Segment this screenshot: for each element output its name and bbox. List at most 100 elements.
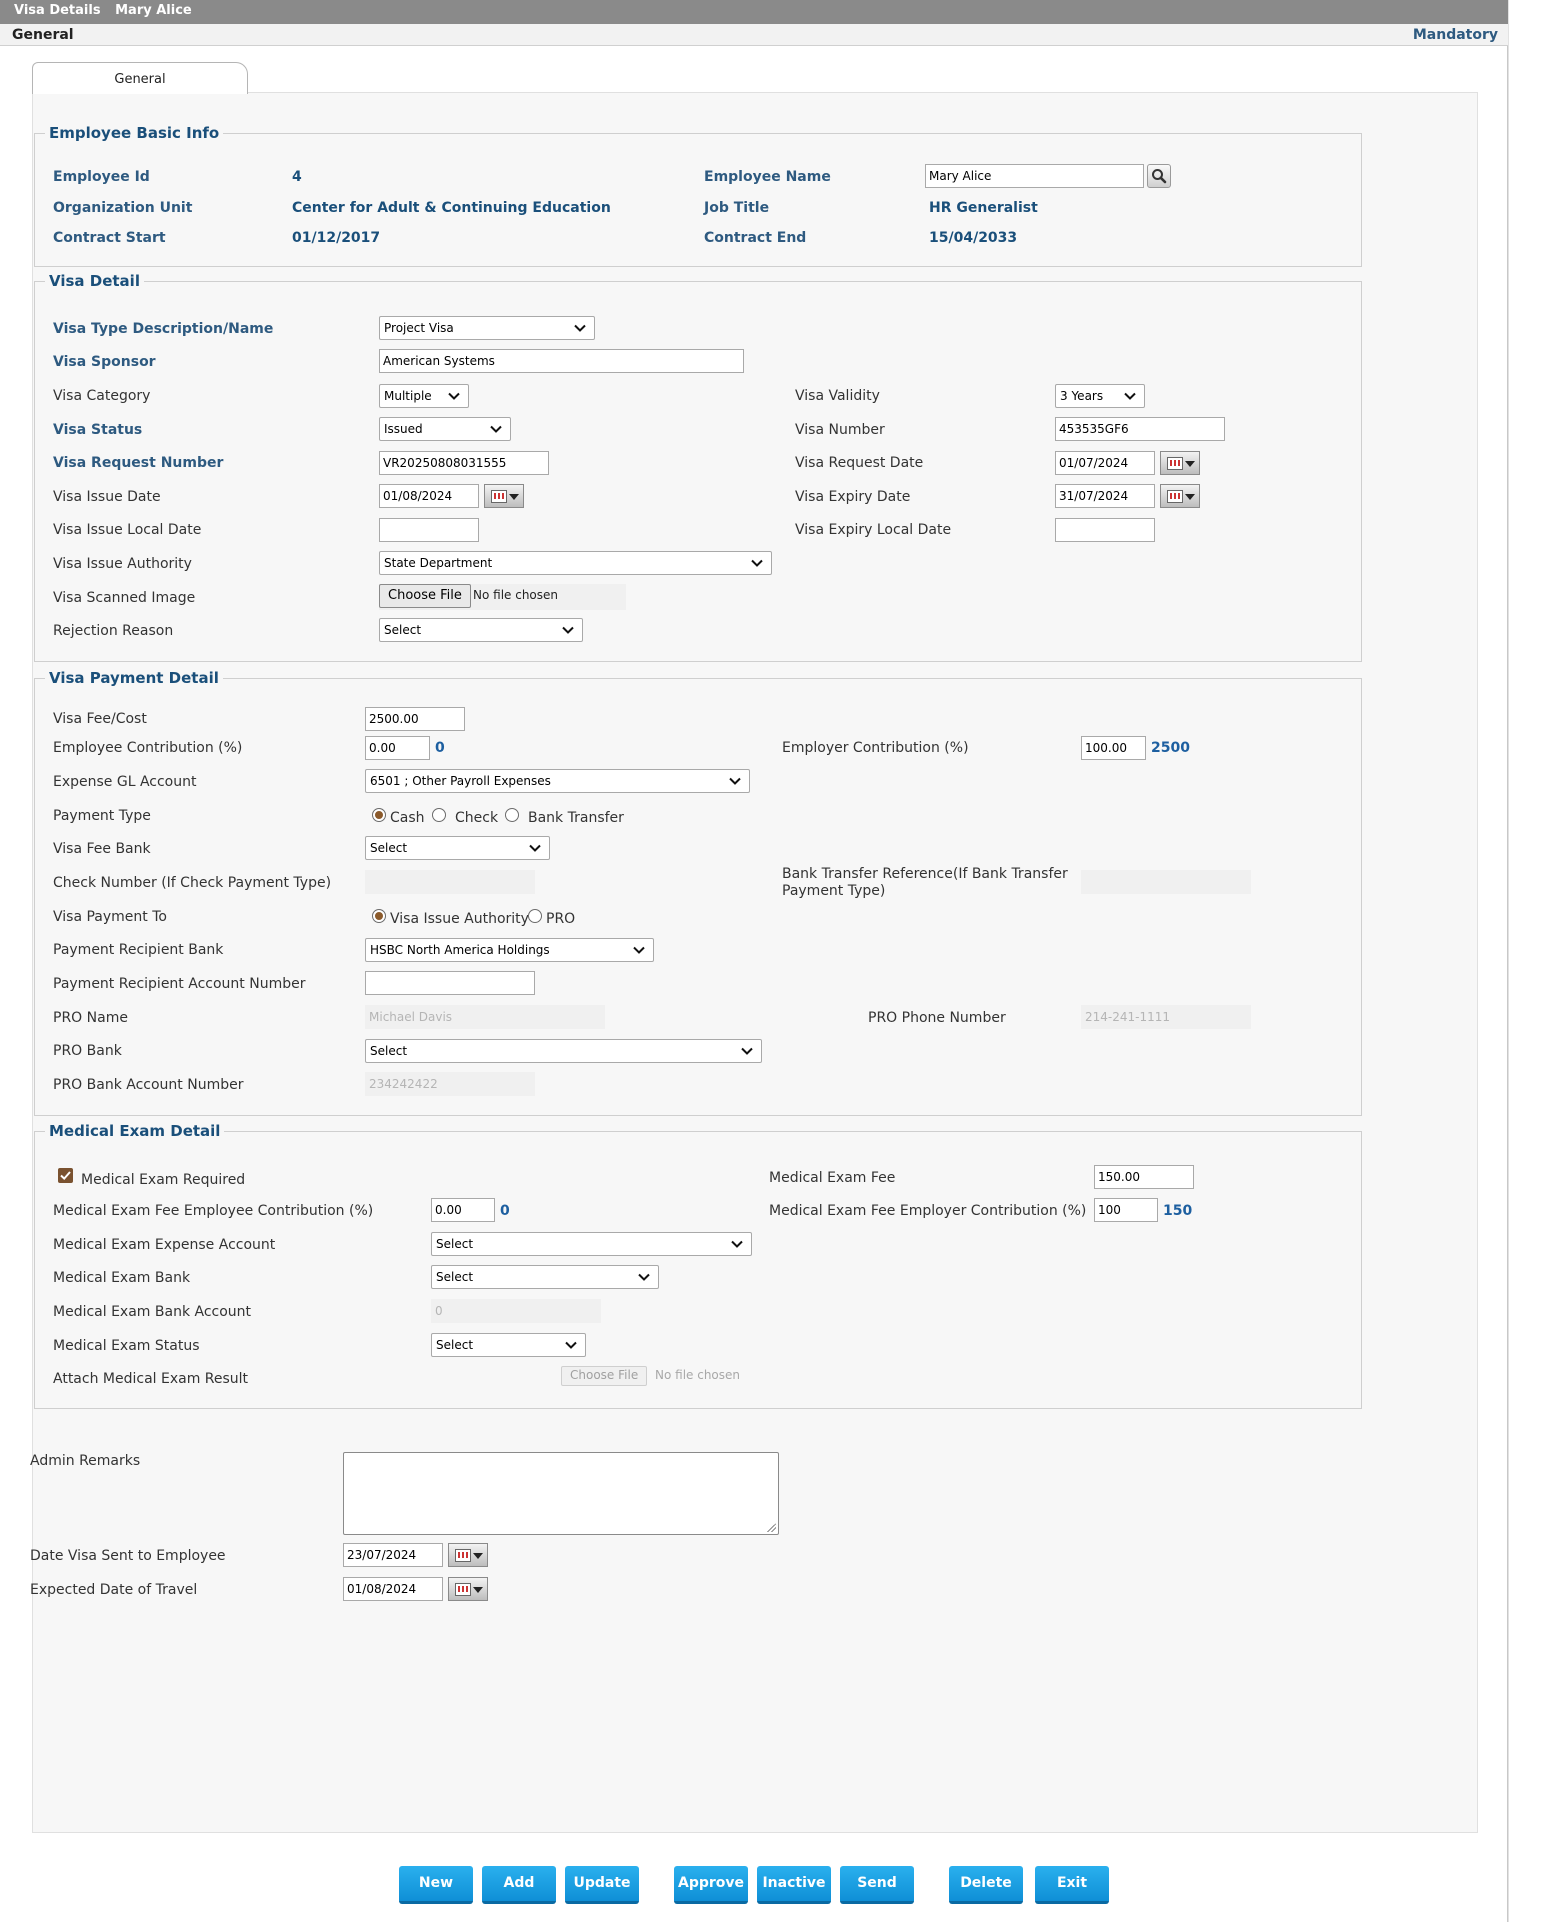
medical-exam-required-label: Medical Exam Required [81, 1172, 246, 1188]
pro-phone-field[interactable]: 214-241-1111 [1081, 1005, 1251, 1029]
rejection-reason-value: Select [384, 623, 422, 637]
visa-details-window: Visa Details Mary Alice General Mandator… [0, 0, 1508, 1922]
medical-result-upload[interactable]: Choose File No file chosen [561, 1366, 761, 1392]
visa-sponsor-field[interactable]: American Systems [379, 349, 744, 373]
chevron-down-icon [633, 946, 645, 954]
rejection-reason-select[interactable]: Select [379, 618, 583, 642]
employer-contribution-field[interactable]: 100.00 [1081, 736, 1146, 760]
delete-button[interactable]: Delete [949, 1866, 1023, 1904]
window-employee: Mary Alice [115, 3, 192, 18]
visa-validity-select[interactable]: 3 Years [1055, 384, 1145, 408]
pro-name-field[interactable]: Michael Davis [365, 1005, 605, 1029]
pay-to-authority-radio[interactable] [372, 909, 386, 923]
pro-bank-account-field[interactable]: 234242422 [365, 1072, 535, 1096]
employee-search-button[interactable] [1147, 164, 1171, 188]
visa-payment-to-label: Visa Payment To [53, 909, 167, 925]
calendar-button[interactable] [1160, 484, 1200, 508]
tab-general[interactable]: General [32, 62, 248, 94]
visa-number-label: Visa Number [795, 422, 885, 438]
expense-gl-account-select[interactable]: 6501 ; Other Payroll Expenses [365, 769, 750, 793]
resize-grip-icon[interactable] [766, 1522, 776, 1532]
calendar-button[interactable] [484, 484, 524, 508]
job-title-label: Job Title [704, 200, 770, 216]
calendar-button[interactable] [1160, 451, 1200, 475]
visa-issue-date-field[interactable]: 01/08/2024 [379, 484, 479, 508]
visa-request-date-field[interactable]: 01/07/2024 [1055, 451, 1155, 475]
visa-expiry-local-date-field[interactable] [1055, 518, 1155, 542]
pay-to-pro-radio[interactable] [528, 909, 542, 923]
expense-gl-account-value: 6501 ; Other Payroll Expenses [370, 774, 551, 788]
employee-contribution-amount: 0 [435, 740, 445, 756]
visa-scanned-image-upload[interactable]: Choose File No file chosen [379, 584, 626, 610]
visa-number-field[interactable]: 453535GF6 [1055, 417, 1225, 441]
medical-employer-contribution-field[interactable]: 100 [1094, 1198, 1158, 1222]
chevron-down-icon [448, 392, 460, 400]
send-button[interactable]: Send [840, 1866, 914, 1904]
medical-exam-fee-field[interactable]: 150.00 [1094, 1165, 1194, 1189]
medical-exam-bank-account-field[interactable]: 0 [431, 1299, 601, 1323]
date-visa-sent-field[interactable]: 23/07/2024 [343, 1543, 443, 1567]
visa-type-select[interactable]: Project Visa [379, 316, 595, 340]
payment-recipient-account-label: Payment Recipient Account Number [53, 976, 306, 992]
choose-file-button[interactable]: Choose File [379, 584, 471, 608]
visa-fee-bank-value: Select [370, 841, 408, 855]
medical-employee-contribution-field[interactable]: 0.00 [431, 1198, 495, 1222]
attach-medical-result-label: Attach Medical Exam Result [53, 1371, 249, 1387]
visa-fee-bank-select[interactable]: Select [365, 836, 550, 860]
pay-to-authority-label: Visa Issue Authority [390, 911, 529, 927]
expense-gl-account-label: Expense GL Account [53, 774, 197, 790]
chevron-down-icon [562, 626, 574, 634]
visa-validity-value: 3 Years [1060, 389, 1104, 403]
bank-transfer-reference-label-2: Payment Type) [782, 883, 886, 899]
payment-recipient-bank-label: Payment Recipient Bank [53, 942, 224, 958]
pro-bank-label: PRO Bank [53, 1043, 122, 1059]
pro-bank-value: Select [370, 1044, 408, 1058]
payment-type-cash-radio[interactable] [372, 808, 386, 822]
visa-category-select[interactable]: Multiple [379, 384, 469, 408]
inactive-button[interactable]: Inactive [757, 1866, 831, 1904]
visa-expiry-date-field[interactable]: 31/07/2024 [1055, 484, 1155, 508]
calendar-icon [455, 1549, 471, 1562]
employee-contribution-field[interactable]: 0.00 [365, 736, 430, 760]
payment-type-check-radio[interactable] [432, 808, 446, 822]
employee-name-field[interactable]: Mary Alice [925, 164, 1144, 188]
medical-employee-contribution-amount: 0 [500, 1203, 510, 1219]
exit-button[interactable]: Exit [1035, 1866, 1109, 1904]
payment-recipient-account-field[interactable] [365, 971, 535, 995]
medical-exam-status-select[interactable]: Select [431, 1333, 586, 1357]
pro-phone-label: PRO Phone Number [868, 1010, 1006, 1026]
approve-button[interactable]: Approve [674, 1866, 748, 1904]
update-button[interactable]: Update [565, 1866, 639, 1904]
chevron-down-icon [741, 1047, 753, 1055]
employer-contribution-label: Employer Contribution (%) [782, 740, 969, 756]
calendar-button[interactable] [448, 1543, 488, 1567]
payment-recipient-bank-select[interactable]: HSBC North America Holdings [365, 938, 654, 962]
chevron-down-icon [574, 324, 586, 332]
visa-issue-authority-select[interactable]: State Department [379, 551, 772, 575]
mandatory-link[interactable]: Mandatory [1413, 27, 1498, 43]
admin-remarks-textarea[interactable] [343, 1452, 779, 1535]
visa-request-number-field[interactable]: VR20250808031555 [379, 451, 549, 475]
add-button[interactable]: Add [482, 1866, 556, 1904]
new-button[interactable]: New [399, 1866, 473, 1904]
expected-travel-date-field[interactable]: 01/08/2024 [343, 1577, 443, 1601]
visa-status-label: Visa Status [53, 422, 143, 438]
check-number-field[interactable] [365, 870, 535, 894]
calendar-button[interactable] [448, 1577, 488, 1601]
title-bar: Visa Details Mary Alice [0, 0, 1508, 24]
pro-bank-select[interactable]: Select [365, 1039, 762, 1063]
visa-status-select[interactable]: Issued [379, 417, 511, 441]
medical-exam-bank-select[interactable]: Select [431, 1265, 659, 1289]
pay-to-pro-label: PRO [546, 911, 576, 927]
visa-issue-local-date-field[interactable] [379, 518, 479, 542]
visa-issue-authority-value: State Department [384, 556, 493, 570]
medical-exam-required-checkbox[interactable] [58, 1168, 73, 1183]
payment-type-bank-radio[interactable] [505, 808, 519, 822]
medical-expense-account-select[interactable]: Select [431, 1232, 752, 1256]
bank-transfer-reference-field[interactable] [1081, 870, 1251, 894]
employee-contribution-label: Employee Contribution (%) [53, 740, 243, 756]
medical-exam-status-label: Medical Exam Status [53, 1338, 200, 1354]
visa-validity-label: Visa Validity [795, 388, 880, 404]
choose-file-button[interactable]: Choose File [561, 1366, 648, 1386]
visa-fee-field[interactable]: 2500.00 [365, 707, 465, 731]
